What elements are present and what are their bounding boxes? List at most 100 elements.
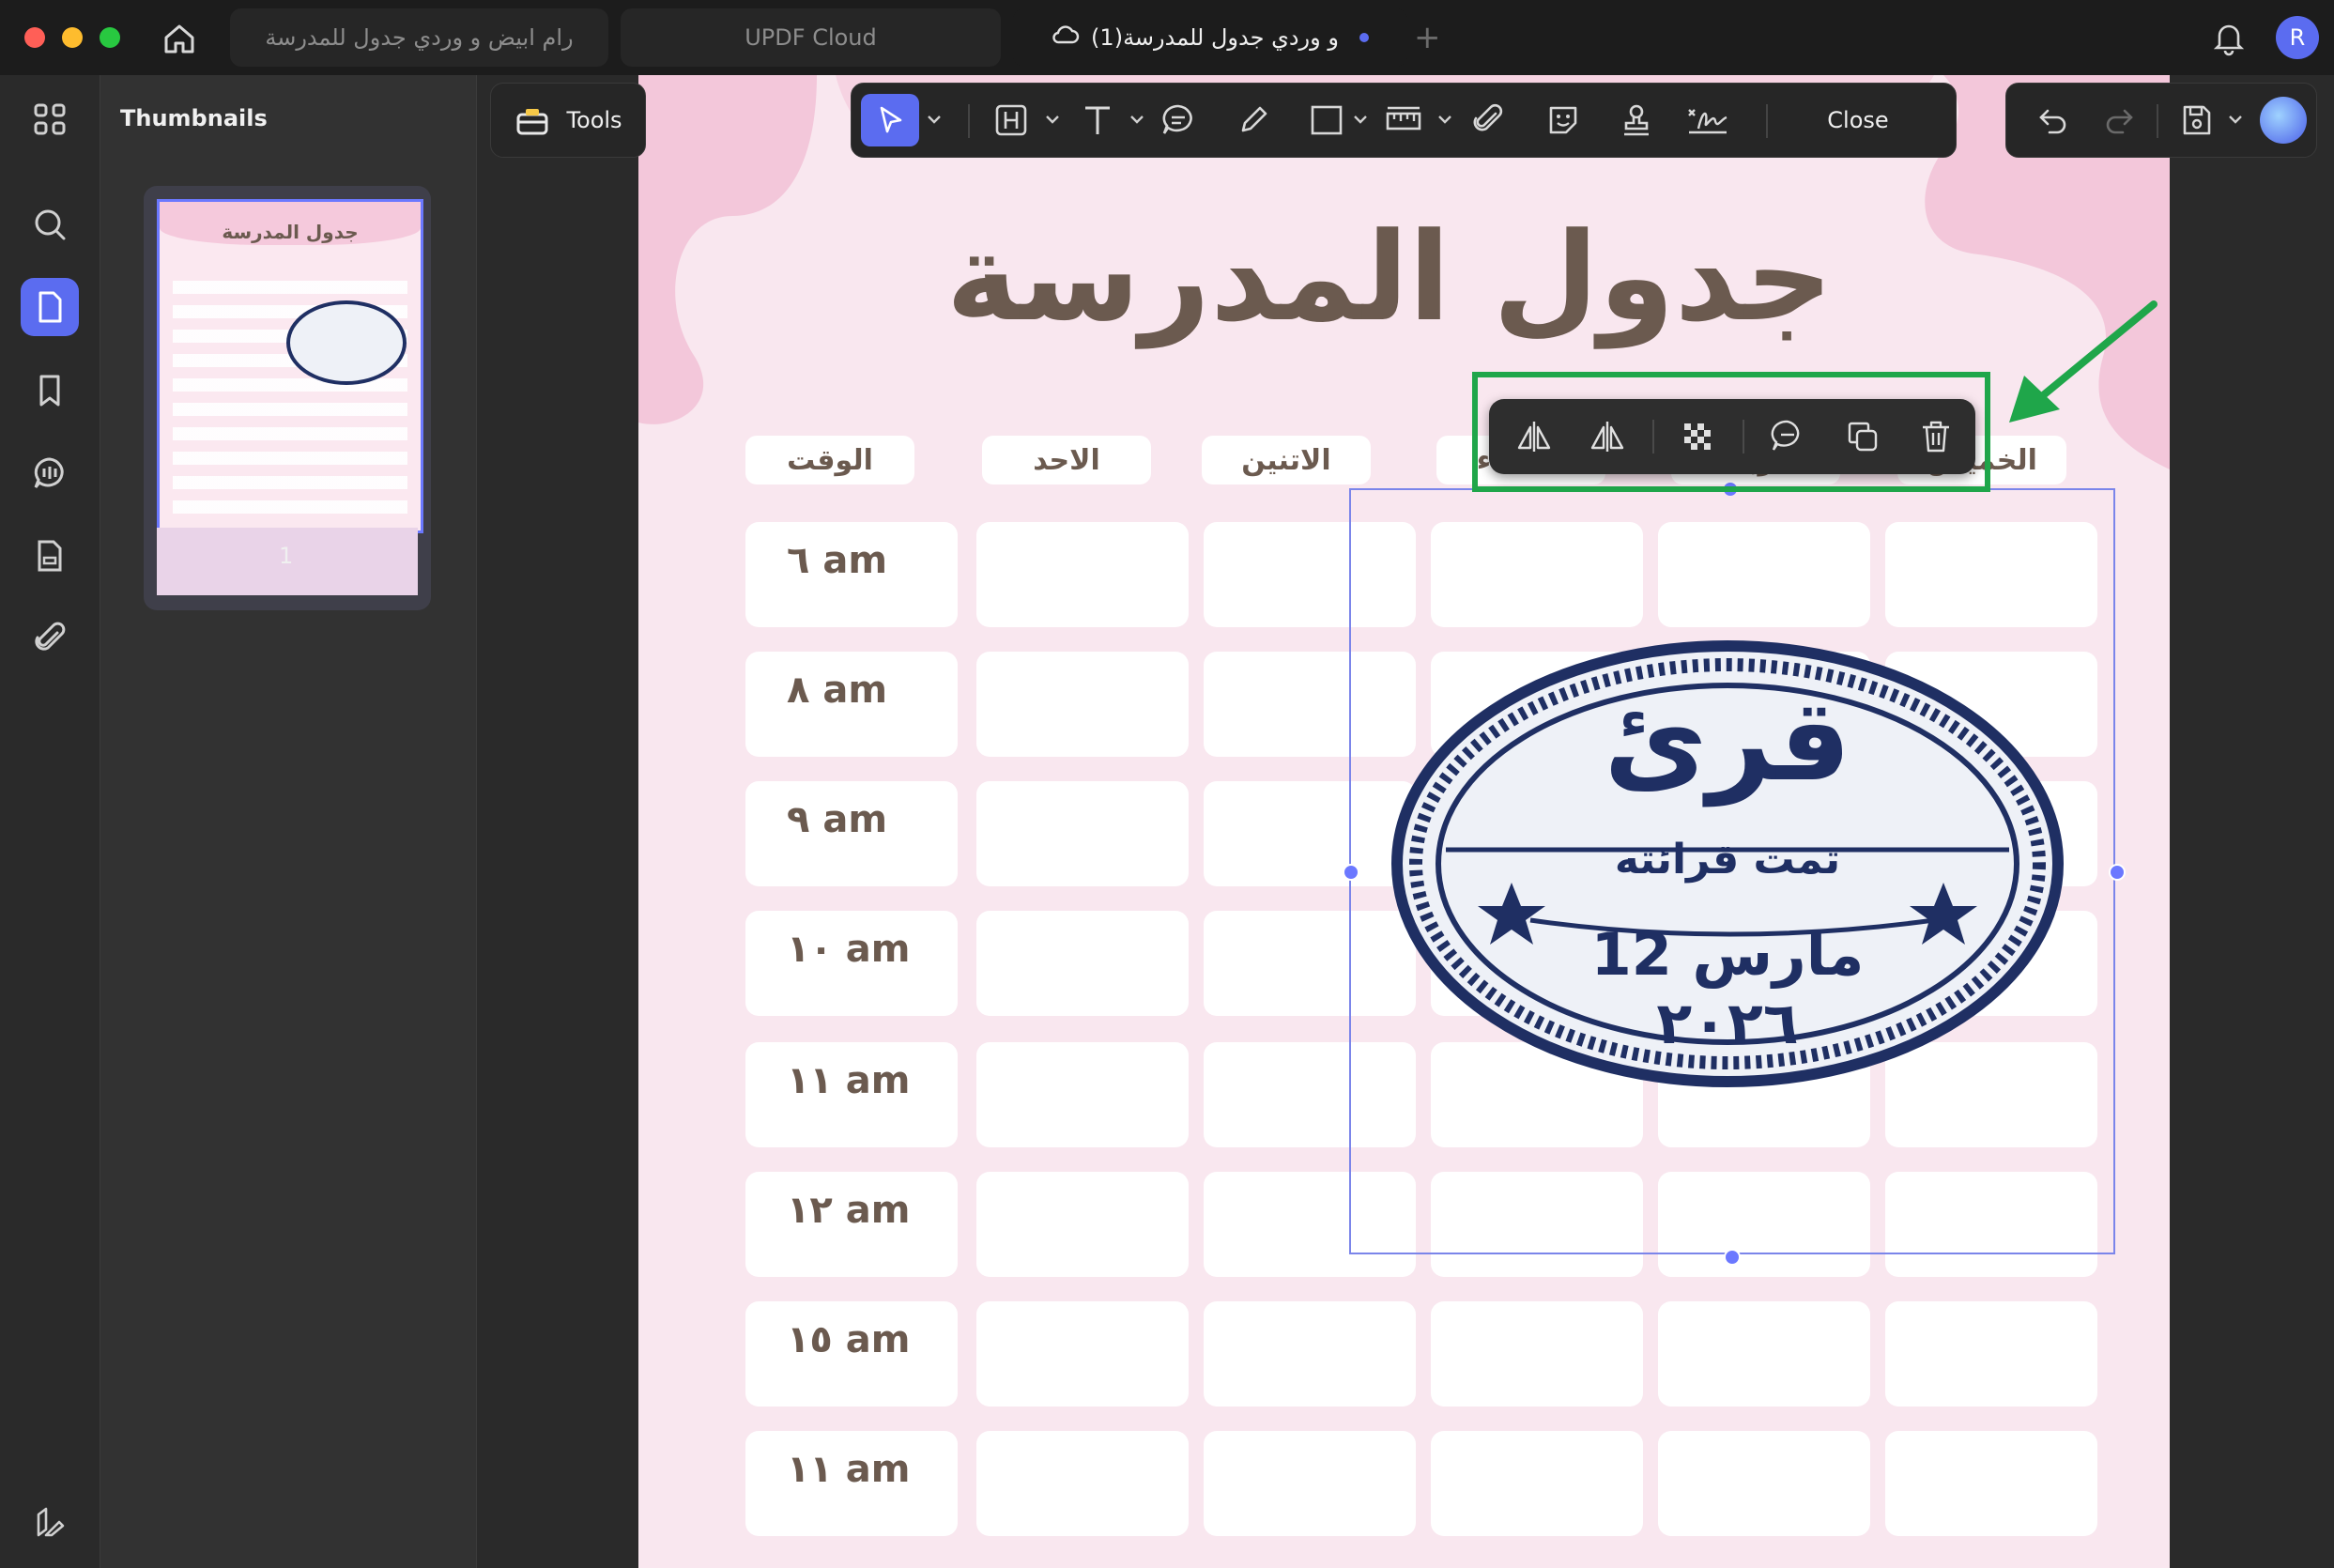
toolbar-divider	[1652, 420, 1654, 453]
document-title: جدول المدرسة	[945, 206, 1834, 348]
comment-icon[interactable]	[1154, 96, 1203, 145]
paperclip-icon[interactable]	[1464, 96, 1512, 145]
tools-button[interactable]: Tools	[490, 83, 646, 158]
new-tab-button[interactable]: +	[1414, 19, 1441, 56]
transparency-icon[interactable]	[1673, 412, 1722, 461]
schedule-cell	[1885, 1431, 2097, 1536]
schedule-cell	[976, 522, 1189, 627]
image-context-toolbar	[1489, 399, 1975, 474]
toolbar-divider	[2157, 104, 2158, 138]
layers-icon[interactable]	[21, 1493, 79, 1551]
attachment-icon[interactable]	[21, 609, 79, 668]
highlight-tool-icon[interactable]	[987, 96, 1036, 145]
thumbnails-panel: Thumbnails جدول المدرسة 1	[100, 75, 477, 1568]
stamp-icon[interactable]	[1612, 96, 1661, 145]
form-icon[interactable]	[21, 527, 79, 585]
save-icon[interactable]	[2172, 96, 2220, 145]
time-label: ١٠ am	[787, 928, 911, 971]
resize-handle-bottom[interactable]	[1724, 1249, 1741, 1266]
flip-vertical-icon[interactable]	[1583, 412, 1632, 461]
schedule-cell	[976, 652, 1189, 757]
avatar[interactable]: R	[2276, 16, 2319, 59]
column-header-sunday: الاحد	[982, 436, 1151, 484]
page-icon[interactable]	[21, 278, 79, 336]
grid-icon[interactable]	[21, 90, 79, 148]
time-label: ١١ am	[787, 1059, 911, 1102]
annotation-toolbar: Close	[851, 83, 1957, 158]
toolbar-divider	[1743, 420, 1744, 453]
select-tool-button[interactable]	[861, 94, 919, 146]
tab-document-active[interactable]: و وردي جدول للمدرسة(1)	[1013, 8, 1407, 67]
chevron-down-icon[interactable]	[1437, 112, 1452, 130]
home-icon[interactable]	[158, 17, 201, 60]
schedule-cell	[976, 1172, 1189, 1277]
resize-handle-right[interactable]	[2109, 864, 2126, 881]
thumbnail-page-number: 1	[279, 543, 294, 569]
toolbar-divider	[968, 104, 970, 138]
schedule-cell	[1658, 1301, 1870, 1407]
rectangle-icon[interactable]	[1302, 96, 1351, 145]
selection-box[interactable]	[1349, 488, 2115, 1254]
chevron-down-icon[interactable]	[2228, 112, 2243, 130]
tools-label: Tools	[566, 107, 622, 133]
green-arrow	[2009, 300, 2157, 423]
search-icon[interactable]	[21, 195, 79, 254]
time-label: ١١ am	[787, 1448, 911, 1491]
chevron-down-icon[interactable]	[1129, 112, 1144, 130]
bell-icon[interactable]	[2208, 17, 2250, 58]
pen-icon[interactable]	[1229, 96, 1278, 145]
trash-icon[interactable]	[1912, 412, 1960, 461]
tab-label: رام ابيض و وردي جدول للمدرسة	[265, 24, 574, 51]
page-thumbnail[interactable]: جدول المدرسة	[157, 199, 423, 533]
undo-icon[interactable]	[2029, 96, 2078, 145]
thumbnail-title: جدول المدرسة	[222, 221, 359, 243]
right-toolbar	[2005, 83, 2317, 158]
schedule-cell	[1204, 1431, 1416, 1536]
resize-handle-left[interactable]	[1343, 864, 1359, 881]
title-bar: رام ابيض و وردي جدول للمدرسة UPDF Cloud …	[0, 0, 2334, 76]
ai-assistant-icon[interactable]	[2260, 97, 2307, 144]
bookmark-icon[interactable]	[21, 361, 79, 420]
close-window-button[interactable]	[24, 27, 45, 48]
schedule-cell	[976, 1431, 1189, 1536]
cursor-icon	[880, 106, 902, 133]
time-label: ٩ am	[787, 798, 888, 841]
zoom-window-button[interactable]	[100, 27, 120, 48]
schedule-cell	[1885, 1301, 2097, 1407]
panel-title: Thumbnails	[120, 105, 268, 131]
schedule-cell	[976, 781, 1189, 886]
tab-updf-cloud[interactable]: UPDF Cloud	[621, 8, 1001, 67]
time-label: ٨ am	[787, 669, 888, 712]
comment-list-icon[interactable]	[21, 444, 79, 502]
schedule-cell	[976, 911, 1189, 1016]
minimize-window-button[interactable]	[62, 27, 83, 48]
schedule-cell	[1204, 1301, 1416, 1407]
sticker-icon[interactable]	[1539, 96, 1588, 145]
tab-label: UPDF Cloud	[745, 24, 877, 51]
text-tool-icon[interactable]	[1073, 96, 1122, 145]
chevron-down-icon[interactable]	[1045, 112, 1060, 130]
comment-icon[interactable]	[1763, 412, 1812, 461]
toolbox-icon	[516, 109, 548, 135]
redo-icon[interactable]	[2095, 96, 2143, 145]
measure-icon[interactable]	[1379, 96, 1428, 145]
schedule-cell	[1431, 1431, 1643, 1536]
chevron-down-icon[interactable]	[927, 112, 942, 130]
tab-label: و وردي جدول للمدرسة(1)	[1091, 24, 1339, 51]
time-label: ١٥ am	[787, 1318, 911, 1361]
pdf-page: جدول المدرسة الوقت الاحد الاتنين الثلاثا…	[638, 75, 2170, 1568]
duplicate-icon[interactable]	[1838, 412, 1887, 461]
chevron-down-icon[interactable]	[1353, 112, 1368, 130]
signature-icon[interactable]	[1683, 96, 1732, 145]
flip-horizontal-icon[interactable]	[1510, 412, 1559, 461]
cloud-icon	[1052, 23, 1080, 52]
close-button[interactable]: Close	[1781, 91, 1935, 149]
thumbnail-stamp	[286, 300, 407, 385]
column-header-monday: الاتنين	[1202, 436, 1371, 484]
schedule-cell	[976, 1301, 1189, 1407]
left-rail	[0, 75, 100, 1568]
schedule-cell	[1658, 1431, 1870, 1536]
tab-document-1[interactable]: رام ابيض و وردي جدول للمدرسة	[230, 8, 608, 67]
schedule-cell	[976, 1042, 1189, 1147]
unsaved-dot	[1359, 33, 1369, 42]
